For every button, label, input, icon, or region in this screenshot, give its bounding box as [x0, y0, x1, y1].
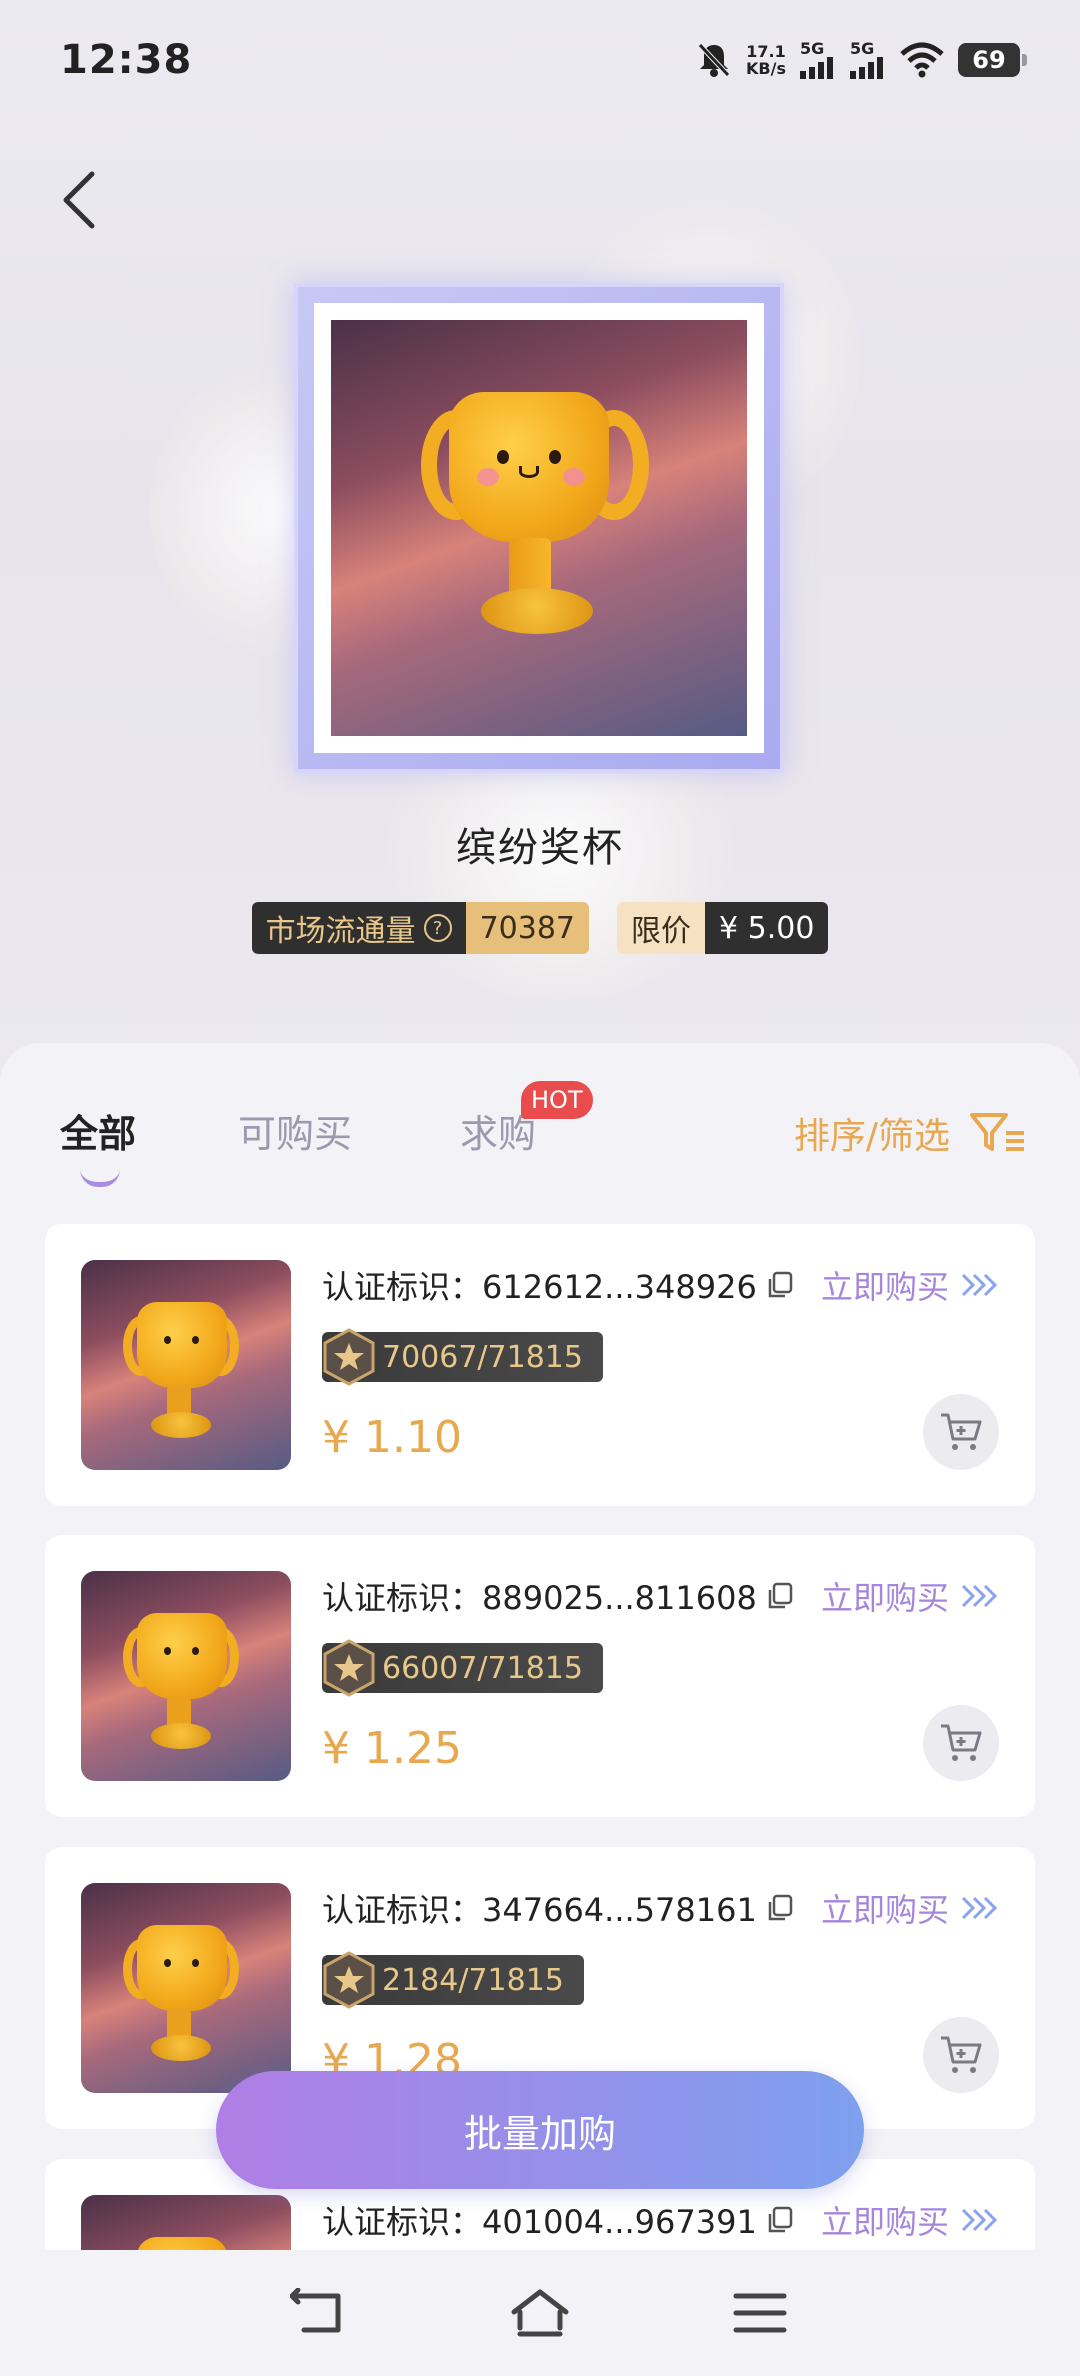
signal-bars-icon [800, 57, 833, 79]
edition-badge: 70067/71815 [322, 1328, 603, 1386]
edition-badge: 2184/71815 [322, 1951, 584, 2009]
network-speed-value: 17.1 [746, 42, 786, 61]
home-icon[interactable] [510, 2288, 570, 2338]
tab-available[interactable]: 可购买 [238, 1103, 352, 1158]
certificate-id: 认证标识：612612...348926 [322, 1262, 793, 1308]
buy-now-label: 立即购买 [820, 1579, 949, 1617]
trophy-artwork [331, 320, 747, 736]
certificate-id-text: 认证标识：347664...578161 [322, 1891, 757, 1929]
listing-thumbnail [81, 1571, 291, 1781]
copy-icon[interactable] [767, 1894, 793, 1922]
circulation-label: 市场流通量 [265, 914, 416, 949]
listing-price: ¥ 1.25 [322, 1723, 462, 1774]
artwork-mat [314, 303, 764, 753]
menu-icon[interactable] [730, 2288, 790, 2338]
copy-icon[interactable] [767, 1271, 793, 1299]
status-icons: 17.1 KB/s 5G 5G 69 [696, 41, 1027, 79]
active-tab-indicator [80, 1169, 120, 1187]
certificate-id-text: 认证标识：889025...811608 [322, 1579, 757, 1617]
buy-now-link[interactable]: 立即购买 [821, 2197, 999, 2243]
signal-label: 5G [850, 39, 875, 58]
star-hexagon-icon [323, 1951, 375, 2009]
trophy-base [481, 588, 593, 634]
double-chevron-right-icon [961, 1896, 998, 1920]
double-chevron-right-icon [961, 1584, 998, 1608]
buy-now-link[interactable]: 立即购买 [821, 1262, 999, 1308]
filter-icon [970, 1113, 1024, 1151]
signal-bars-icon [850, 57, 883, 79]
listing-card[interactable]: 认证标识：612612...348926 立即购买 70067/71815 ¥ … [45, 1224, 1035, 1506]
trophy-eye [549, 450, 561, 464]
buy-now-label: 立即购买 [820, 1891, 949, 1929]
circulation-value: 70387 [465, 902, 589, 954]
trophy-mouth [519, 466, 539, 478]
price-limit-value: ¥ 5.00 [705, 902, 829, 954]
listing-thumbnail [81, 2195, 291, 2250]
system-nav-bar [0, 2250, 1080, 2376]
certificate-id: 认证标识：401004...967391 [322, 2197, 793, 2243]
buy-now-label: 立即购买 [820, 2203, 949, 2241]
collectible-info-row: 市场流通量 ? 70387 限价 ¥ 5.00 [0, 902, 1080, 954]
price-limit-label: 限价 [617, 902, 705, 954]
signal-label: 5G [800, 39, 825, 58]
price-limit-pill: 限价 ¥ 5.00 [617, 902, 829, 954]
circulation-label-wrap: 市场流通量 ? [251, 902, 466, 954]
edition-number: 66007/71815 [382, 1650, 583, 1686]
trophy-cheek [477, 468, 499, 486]
buy-now-link[interactable]: 立即购买 [821, 1573, 999, 1619]
listing-price: ¥ 1.10 [322, 1412, 462, 1463]
cart-icon [941, 1413, 982, 1450]
back-gesture-icon[interactable] [290, 2288, 350, 2338]
mute-bell-icon [698, 43, 730, 77]
edition-number: 70067/71815 [382, 1339, 583, 1375]
status-bar: 12:38 17.1 KB/s 5G 5G 69 [0, 0, 1080, 120]
add-to-cart-button[interactable] [923, 1705, 999, 1781]
back-button[interactable] [54, 160, 114, 240]
star-hexagon-icon [323, 1328, 375, 1386]
double-chevron-right-icon [961, 1273, 998, 1297]
trophy-eye [497, 450, 509, 464]
certificate-id: 认证标识：889025...811608 [322, 1573, 793, 1619]
cart-icon [941, 2036, 982, 2073]
listing-thumbnail [81, 1883, 291, 2093]
tab-all[interactable]: 全部 [60, 1103, 136, 1158]
artwork-frame [294, 283, 784, 773]
batch-add-to-cart-button[interactable]: 批量加购 [216, 2071, 864, 2189]
edition-number: 2184/71815 [382, 1962, 564, 1998]
hot-badge: HOT [521, 1081, 593, 1119]
copy-icon[interactable] [767, 1582, 793, 1610]
listing-panel: 全部 可购买 求购 HOT 排序/筛选 认证标识：612612...348926 [0, 1043, 1080, 2250]
trophy-cheek [563, 468, 585, 486]
signal-5g-2: 5G [850, 41, 886, 79]
copy-icon[interactable] [767, 2206, 793, 2234]
chevron-left-icon [63, 171, 95, 229]
certificate-id-text: 认证标识：612612...348926 [322, 1268, 757, 1306]
add-to-cart-button[interactable] [923, 2017, 999, 2093]
signal-5g-1: 5G [800, 41, 836, 79]
status-time: 12:38 [60, 37, 193, 83]
cart-icon [941, 1724, 982, 1761]
sort-filter-label: 排序/筛选 [793, 1116, 950, 1157]
circulation-pill: 市场流通量 ? 70387 [251, 902, 589, 954]
network-speed: 17.1 KB/s [746, 43, 786, 77]
add-to-cart-button[interactable] [923, 1394, 999, 1470]
battery-indicator: 69 [958, 43, 1027, 77]
listing-card[interactable]: 认证标识：889025...811608 立即购买 66007/71815 ¥ … [45, 1535, 1035, 1817]
sort-filter-button[interactable]: 排序/筛选 [794, 1107, 1026, 1159]
certificate-id-text: 认证标识：401004...967391 [322, 2203, 757, 2241]
wifi-icon [900, 42, 944, 78]
buy-now-link[interactable]: 立即购买 [821, 1885, 999, 1931]
help-icon[interactable]: ? [423, 914, 452, 942]
buy-now-label: 立即购买 [820, 1268, 949, 1306]
edition-badge: 66007/71815 [322, 1639, 603, 1697]
listing-thumbnail [81, 1260, 291, 1470]
network-speed-unit: KB/s [746, 59, 786, 78]
double-chevron-right-icon [961, 2208, 998, 2232]
collectible-title: 缤纷奖杯 [456, 825, 624, 871]
star-hexagon-icon [323, 1639, 375, 1697]
certificate-id: 认证标识：347664...578161 [322, 1885, 793, 1931]
